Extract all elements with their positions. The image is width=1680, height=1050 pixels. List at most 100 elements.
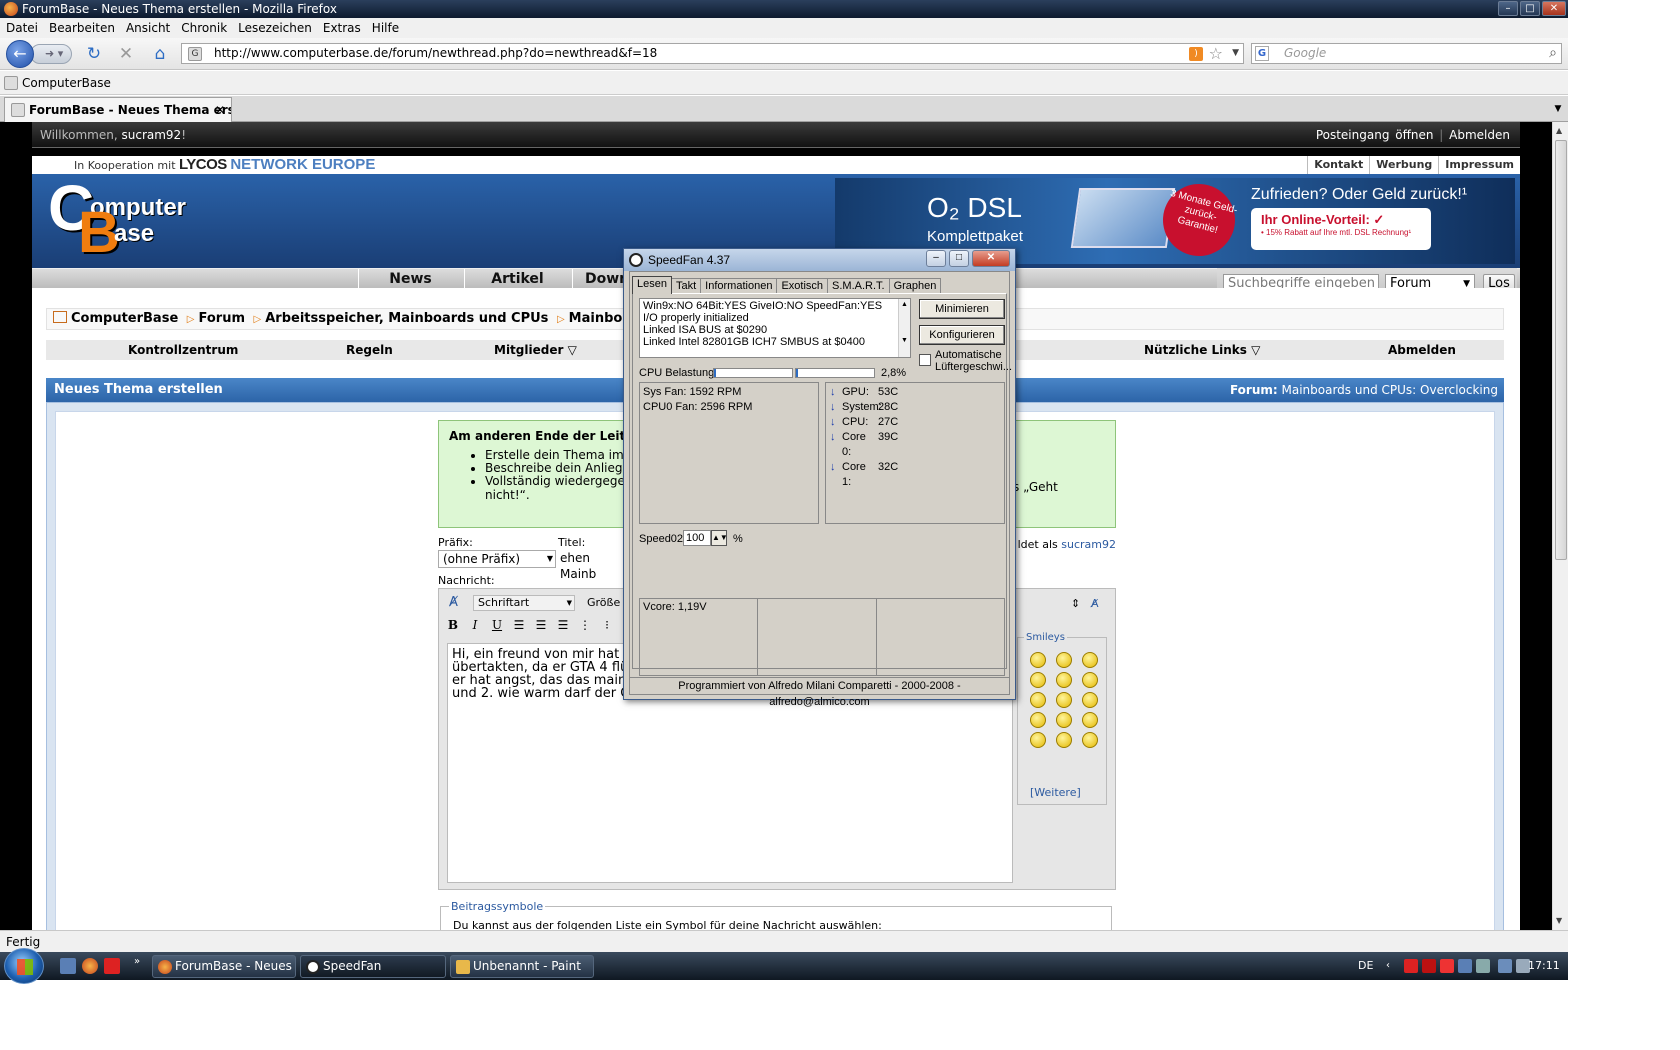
smiley-icon[interactable]	[1056, 672, 1072, 688]
scroll-up-icon[interactable]: ▲	[1556, 126, 1562, 135]
tray-icon[interactable]	[1440, 959, 1454, 973]
network-icon[interactable]	[1498, 959, 1512, 973]
taskbar-speedfan[interactable]: SpeedFan	[300, 955, 446, 978]
forward-button[interactable]: ➜ ▾	[30, 44, 72, 64]
impressum-link[interactable]: Impressum	[1438, 156, 1520, 174]
crumb-computerbase[interactable]: ComputerBase	[71, 311, 178, 326]
computerbase-logo[interactable]: C omputer B ase	[48, 176, 198, 264]
reload-icon[interactable]: ↻	[84, 44, 104, 64]
search-icon[interactable]: ⌕	[1549, 44, 1557, 63]
app-quicklaunch-icon[interactable]	[104, 958, 120, 974]
tray-expand-icon[interactable]: ‹	[1386, 952, 1390, 980]
speedfan-configure-button[interactable]: Konfigurieren	[919, 325, 1005, 345]
tab-close-icon[interactable]: ✕	[215, 98, 225, 122]
nav-kontrollzentrum[interactable]: Kontrollzentrum	[128, 340, 238, 360]
tray-icon[interactable]	[1404, 959, 1418, 973]
menu-lesezeichen[interactable]: Lesezeichen	[238, 18, 312, 38]
unordered-list-icon[interactable]: ⁝	[599, 617, 615, 633]
align-left-icon[interactable]: ☰	[511, 617, 527, 633]
smiley-icon[interactable]	[1082, 712, 1098, 728]
smiley-icon[interactable]	[1082, 652, 1098, 668]
smiley-icon[interactable]	[1056, 652, 1072, 668]
more-smileys-link[interactable]: [Weitere]	[1030, 786, 1081, 799]
speedfan-close-button[interactable]: ✕	[972, 250, 1010, 267]
smiley-icon[interactable]	[1030, 692, 1046, 708]
speedfan-minimize-app-button[interactable]: Minimieren	[919, 299, 1005, 319]
tab-takt[interactable]: Takt	[670, 278, 702, 294]
align-right-icon[interactable]: ☰	[555, 617, 571, 633]
tray-icon[interactable]	[1458, 959, 1472, 973]
smiley-icon[interactable]	[1082, 732, 1098, 748]
quicklaunch-more-icon[interactable]: »	[134, 956, 140, 967]
stop-icon[interactable]: ✕	[116, 44, 136, 64]
nav-news[interactable]: News	[358, 269, 462, 289]
nav-abmelden[interactable]: Abmelden	[1388, 340, 1456, 360]
menu-chronik[interactable]: Chronik	[181, 18, 227, 38]
scroll-down-icon[interactable]: ▼	[1556, 916, 1562, 925]
title-input[interactable]: ehen Mainb	[558, 550, 628, 581]
taskbar-firefox[interactable]: ForumBase - Neues ...	[152, 955, 296, 978]
crumb-forum[interactable]: Forum	[199, 311, 246, 326]
menu-extras[interactable]: Extras	[323, 18, 361, 38]
kontakt-link[interactable]: Kontakt	[1307, 156, 1369, 174]
auto-fan-checkbox[interactable]	[919, 354, 931, 366]
tab-smart[interactable]: S.M.A.R.T.	[827, 278, 890, 294]
start-button[interactable]	[4, 948, 44, 984]
search-bar[interactable]: G Google ⌕	[1251, 43, 1562, 64]
home-icon[interactable]: ⌂	[150, 44, 170, 64]
text-format-icon[interactable]: Ⱥ	[449, 595, 458, 610]
font-select[interactable]: Schriftart ▼	[473, 595, 575, 611]
crumb-arbeitsspeicher[interactable]: Arbeitsspeicher, Mainboards und CPUs	[265, 311, 548, 326]
smiley-icon[interactable]	[1030, 712, 1046, 728]
close-button[interactable]: ✕	[1542, 1, 1566, 16]
smiley-icon[interactable]	[1056, 732, 1072, 748]
speed02-spinner[interactable]: ▲▼	[711, 530, 728, 546]
smiley-icon[interactable]	[1056, 712, 1072, 728]
menu-bearbeiten[interactable]: Bearbeiten	[49, 18, 115, 38]
tray-icon[interactable]	[1422, 959, 1436, 973]
inbox-link[interactable]: Posteingang öffnen	[1316, 128, 1434, 142]
menu-hilfe[interactable]: Hilfe	[372, 18, 399, 38]
bold-button[interactable]: B	[445, 617, 461, 633]
ordered-list-icon[interactable]: ⋮	[577, 617, 593, 633]
nav-artikel[interactable]: Artikel	[464, 269, 570, 289]
tab-informationen[interactable]: Informationen	[700, 278, 778, 294]
smiley-icon[interactable]	[1056, 692, 1072, 708]
minimize-button[interactable]: –	[1498, 1, 1518, 16]
nav-nuetzliche-links[interactable]: Nützliche Links ▽	[1144, 340, 1260, 360]
speedfan-log[interactable]: Win9x:NO 64Bit:YES GiveIO:NO SpeedFan:YE…	[639, 298, 911, 358]
smiley-icon[interactable]	[1030, 652, 1046, 668]
underline-button[interactable]: U	[489, 617, 505, 633]
size-select[interactable]: Größe	[587, 595, 620, 611]
smiley-icon[interactable]	[1082, 672, 1098, 688]
italic-button[interactable]: I	[467, 617, 483, 633]
scrollbar-thumb[interactable]	[1555, 140, 1567, 560]
tab-list-dropdown[interactable]: ▼	[1550, 99, 1566, 119]
log-scrollbar[interactable]: ▲ ▼	[898, 299, 910, 357]
google-icon[interactable]: G	[1255, 46, 1269, 61]
tab-lesen[interactable]: Lesen	[632, 276, 672, 294]
smiley-icon[interactable]	[1030, 732, 1046, 748]
werbung-link[interactable]: Werbung	[1369, 156, 1438, 174]
tab-forumbase[interactable]: ForumBase - Neues Thema erstell... ✕	[4, 97, 232, 122]
prefix-select[interactable]: (ohne Präfix) ▼	[438, 550, 556, 568]
logged-username[interactable]: sucram92	[1061, 538, 1116, 551]
back-button[interactable]: ←	[6, 40, 34, 68]
language-indicator[interactable]: DE	[1358, 952, 1373, 980]
site-identity-icon[interactable]: G	[188, 47, 202, 61]
speed02-input[interactable]: 100	[683, 530, 711, 546]
bookmark-computerbase[interactable]: ComputerBase	[22, 76, 111, 90]
tab-graphen[interactable]: Graphen	[888, 278, 942, 294]
smiley-icon[interactable]	[1030, 672, 1046, 688]
switch-editor-icon[interactable]: A̸	[1091, 597, 1099, 610]
tray-icon[interactable]	[1476, 959, 1490, 973]
maximize-button[interactable]: □	[1520, 1, 1540, 16]
tab-exotisch[interactable]: Exotisch	[776, 278, 829, 294]
welcome-username[interactable]: sucram92	[121, 128, 181, 142]
rss-icon[interactable]: )	[1189, 47, 1203, 61]
bookmark-star-icon[interactable]: ☆	[1209, 44, 1223, 63]
lycos-logo[interactable]: LYCOS	[179, 156, 227, 173]
align-center-icon[interactable]: ☰	[533, 617, 549, 633]
nav-mitglieder[interactable]: Mitglieder ▽	[494, 340, 577, 360]
menu-ansicht[interactable]: Ansicht	[126, 18, 170, 38]
